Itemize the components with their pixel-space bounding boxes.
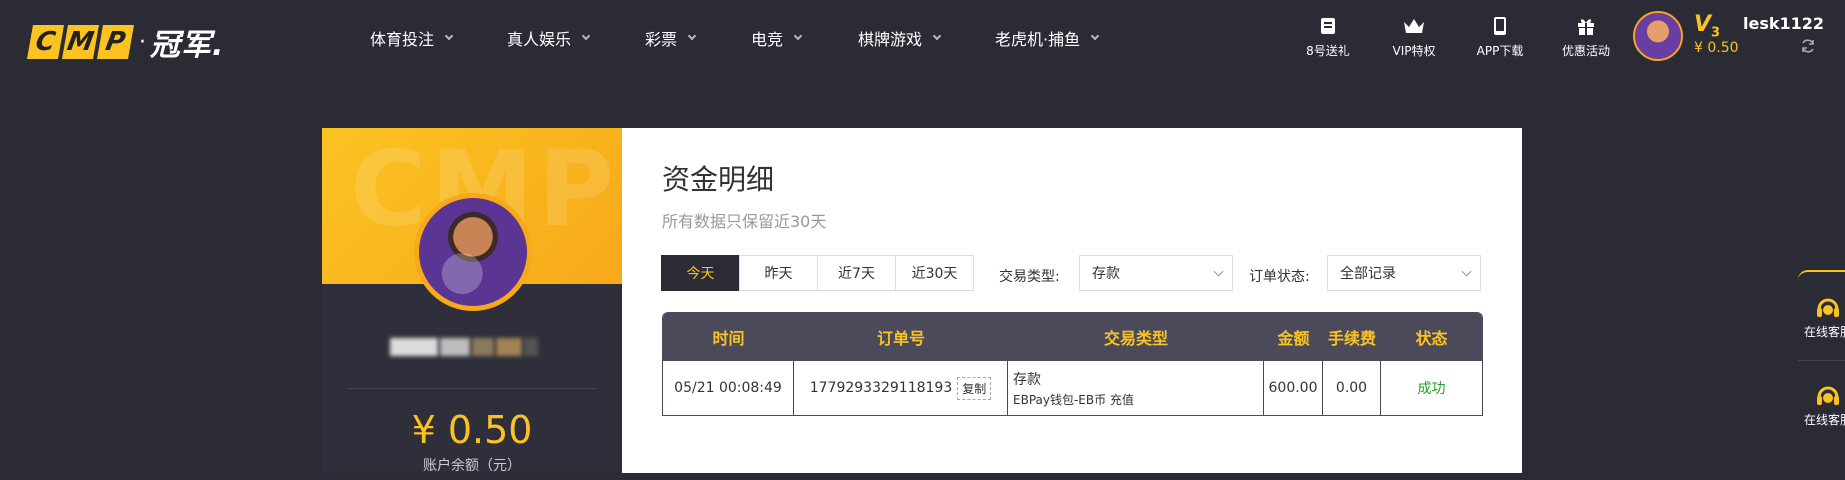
- cell-time: 05/21 00:08:49: [663, 361, 794, 415]
- tablet-icon: [1494, 17, 1506, 35]
- tool-label: 8号送礼: [1306, 44, 1350, 58]
- support-button[interactable]: 在线客服: [1798, 272, 1845, 360]
- transactions-table: 时间 订单号 交易类型 金额 手续费 状态 05/21 00:08:49 177…: [662, 312, 1483, 416]
- top-tools: 8号送礼 VIP特权 APP下载 优惠活动: [1285, 16, 1629, 59]
- nav-label: 老虎机·捕鱼: [995, 30, 1081, 49]
- logo-letter: M: [62, 25, 99, 59]
- floating-support-panel: 在线客服 在线客服: [1798, 270, 1845, 480]
- blurred-username: [390, 338, 550, 360]
- tool-label: 优惠活动: [1561, 44, 1610, 58]
- type-select-value: 存款: [1092, 266, 1120, 282]
- type-select[interactable]: 存款: [1079, 255, 1233, 291]
- tab-yesterday[interactable]: 昨天: [739, 255, 818, 291]
- account-balance-label: 账户余额（元）: [423, 458, 521, 474]
- nav-label: 彩票: [645, 30, 678, 49]
- cell-amount: 600.00: [1264, 361, 1323, 415]
- chevron-down-icon: [1090, 31, 1100, 41]
- column-header: 状态: [1415, 329, 1448, 348]
- chevron-down-icon: [581, 31, 591, 41]
- tab-7days[interactable]: 近7天: [817, 255, 896, 291]
- nav-item-esports[interactable]: 电竞: [751, 26, 858, 50]
- page-subtitle: 所有数据只保留近30天: [662, 212, 827, 231]
- vip-level: 3: [1711, 25, 1721, 41]
- logo-dot: ·: [139, 29, 146, 55]
- tab-today[interactable]: 今天: [661, 255, 740, 291]
- logo-letter: C: [27, 25, 64, 59]
- status-select[interactable]: 全部记录: [1327, 255, 1481, 291]
- cell-fee: 0.00: [1323, 361, 1381, 415]
- chevron-down-icon: [687, 31, 697, 41]
- main-content: 资金明细 所有数据只保留近30天 今天 昨天 近7天 近30天 交易类型: 存款…: [622, 128, 1522, 473]
- profile-sidebar: CMP ¥ 0.50 账户余额（元）: [322, 128, 622, 474]
- crown-icon: [1404, 19, 1424, 33]
- type-detail: EBPay钱包-EB币 充值: [1013, 392, 1134, 407]
- column-header: 时间: [712, 329, 745, 348]
- nav-item-lottery[interactable]: 彩票: [645, 26, 751, 50]
- column-header: 金额: [1277, 329, 1310, 348]
- order-number: 1779293329118193: [809, 380, 953, 396]
- chevron-down-icon: [932, 31, 942, 41]
- chevron-down-icon: [1213, 266, 1224, 277]
- tool-gift-8[interactable]: 8号送礼: [1285, 16, 1371, 59]
- vip-letter: V: [1694, 12, 1712, 37]
- support-label: 在线客服: [1803, 413, 1845, 427]
- refresh-icon[interactable]: [1800, 38, 1816, 54]
- status-select-value: 全部记录: [1340, 266, 1396, 282]
- nav-label: 棋牌游戏: [858, 30, 923, 49]
- nav-item-cards[interactable]: 棋牌游戏: [858, 26, 995, 50]
- status-filter-label: 订单状态:: [1249, 269, 1310, 285]
- column-header: 订单号: [876, 329, 925, 348]
- chevron-down-icon: [1461, 266, 1472, 277]
- chevron-down-icon: [793, 31, 803, 41]
- logo-text: 冠军.: [150, 28, 225, 63]
- tab-30days[interactable]: 近30天: [895, 255, 974, 291]
- top-balance: ¥ 0.50: [1694, 40, 1739, 56]
- top-bar: C M P · 冠军. 体育投注 真人娱乐 彩票 电竞 棋牌游戏 老虎机·捕鱼 …: [0, 0, 1845, 78]
- nav-label: 体育投注: [370, 30, 435, 49]
- vip-badge: V3: [1694, 12, 1720, 40]
- main-nav: 体育投注 真人娱乐 彩票 电竞 棋牌游戏 老虎机·捕鱼: [370, 26, 1100, 50]
- support-label: 在线客服: [1803, 324, 1845, 339]
- avatar[interactable]: [1633, 11, 1683, 61]
- account-balance: ¥ 0.50: [411, 408, 533, 452]
- type-filter-label: 交易类型:: [999, 269, 1060, 285]
- headset-icon: [1817, 298, 1839, 317]
- nav-label: 真人娱乐: [507, 30, 572, 49]
- logo-letter: P: [97, 25, 134, 59]
- page-title: 资金明细: [662, 163, 775, 196]
- chevron-down-icon: [444, 31, 454, 41]
- table-header: 时间 订单号 交易类型 金额 手续费 状态: [663, 313, 1482, 361]
- tool-vip[interactable]: VIP特权: [1371, 16, 1457, 59]
- tool-app[interactable]: APP下载: [1457, 16, 1543, 59]
- table-row: 05/21 00:08:49 1779293329118193 复制 存款 EB…: [663, 361, 1482, 415]
- copy-button[interactable]: 复制: [957, 376, 992, 400]
- column-header: 交易类型: [1103, 329, 1168, 348]
- nav-item-slots[interactable]: 老虎机·捕鱼: [995, 26, 1100, 50]
- username[interactable]: lesk1122: [1743, 14, 1824, 33]
- gift-icon: [1578, 19, 1594, 35]
- nav-item-live[interactable]: 真人娱乐: [507, 26, 645, 50]
- tool-label: APP下载: [1476, 44, 1524, 58]
- type-main: 存款: [1013, 371, 1041, 388]
- nav-item-sports[interactable]: 体育投注: [370, 26, 507, 50]
- date-tabs: 今天 昨天 近7天 近30天: [661, 255, 974, 291]
- profile-avatar: [414, 193, 532, 311]
- tool-label: VIP特权: [1392, 44, 1436, 58]
- nav-label: 电竞: [751, 30, 784, 49]
- cell-order: 1779293329118193 复制: [794, 361, 1008, 415]
- logo[interactable]: C M P · 冠军.: [27, 20, 225, 64]
- divider: [348, 388, 596, 389]
- ticket-icon: [1321, 18, 1335, 34]
- column-header: 手续费: [1327, 329, 1376, 348]
- cell-status: 成功: [1417, 381, 1446, 397]
- support-button[interactable]: 在线客服: [1798, 360, 1845, 448]
- headset-icon: [1817, 386, 1839, 405]
- cell-type: 存款 EBPay钱包-EB币 充值: [1008, 361, 1264, 415]
- tool-promo[interactable]: 优惠活动: [1543, 16, 1629, 59]
